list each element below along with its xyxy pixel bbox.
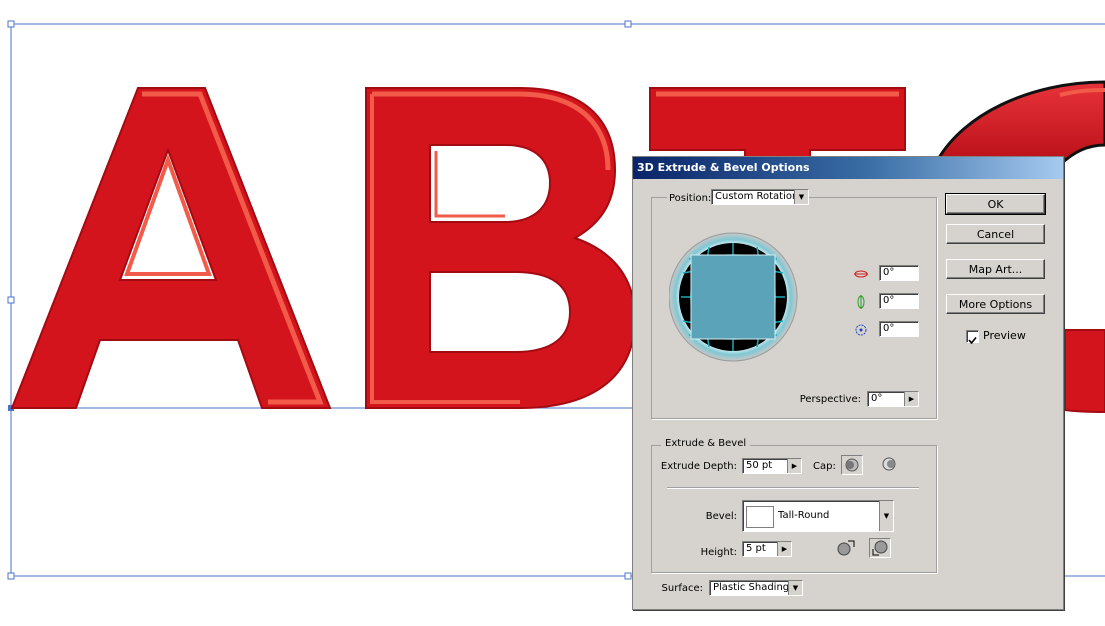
cap-off-icon: [882, 457, 896, 471]
surface-label: Surface:: [661, 583, 703, 594]
checkmark-icon: [968, 336, 977, 345]
bevel-select[interactable]: Tall-Round ▼: [742, 500, 894, 532]
bevel-extent-in-icon: [872, 540, 888, 556]
height-field[interactable]: 5 pt ▶: [742, 541, 792, 557]
chevron-right-icon[interactable]: ▶: [904, 392, 918, 406]
handle-bottom-left: [7, 572, 15, 580]
handle-top-center: [624, 20, 632, 28]
cube-front-face: [690, 254, 776, 340]
bevel-extent-in-button[interactable]: [869, 538, 891, 558]
chevron-right-icon[interactable]: ▶: [777, 542, 791, 556]
chevron-down-icon[interactable]: ▼: [879, 501, 893, 531]
position-label: Position:: [667, 193, 714, 204]
extrude-bevel-section-label: Extrude & Bevel: [661, 438, 751, 449]
handle-bottom-center: [624, 572, 632, 580]
rotate-y-field[interactable]: 0°: [879, 293, 919, 309]
preview-label[interactable]: Preview: [983, 329, 1026, 342]
map-art-button[interactable]: Map Art...: [946, 259, 1045, 279]
perspective-label: Perspective:: [799, 394, 861, 405]
ok-button[interactable]: OK: [945, 193, 1046, 215]
perspective-value: 0°: [871, 393, 883, 404]
cap-label: Cap:: [813, 461, 836, 472]
extrude-depth-field[interactable]: 50 pt ▶: [742, 458, 802, 474]
rotate-y-axis-icon: [857, 295, 865, 309]
letter-a: [10, 87, 332, 409]
section-divider: [667, 487, 919, 489]
handle-middle-left: [7, 296, 15, 304]
rotate-x-axis-icon: [854, 270, 868, 278]
bevel-select-value: Tall-Round: [778, 510, 830, 521]
perspective-field[interactable]: 0° ▶: [867, 391, 919, 407]
chevron-down-icon[interactable]: ▼: [788, 581, 802, 595]
preview-checkbox[interactable]: [966, 330, 979, 345]
cancel-button[interactable]: Cancel: [946, 224, 1045, 244]
height-label: Height:: [700, 547, 737, 558]
dialog-title[interactable]: 3D Extrude & Bevel Options: [633, 157, 1063, 179]
chevron-down-icon[interactable]: ▼: [794, 190, 808, 204]
bevel-extent-out-button[interactable]: [834, 538, 856, 558]
cap-off-button[interactable]: [879, 455, 901, 475]
bevel-preview-swatch: [746, 506, 774, 528]
cap-on-icon: [845, 458, 859, 472]
rotate-z-field[interactable]: 0°: [879, 321, 919, 337]
more-options-button[interactable]: More Options: [946, 294, 1045, 314]
letter-b: [365, 87, 637, 409]
surface-select[interactable]: Plastic Shading ▼: [709, 580, 803, 596]
extrude-depth-label: Extrude Depth:: [660, 461, 737, 472]
extrude-bevel-dialog: 3D Extrude & Bevel Options Position: Cus…: [632, 156, 1064, 610]
rotation-trackball[interactable]: [669, 223, 799, 393]
surface-select-value: Plastic Shading: [713, 582, 790, 593]
bevel-label: Bevel:: [705, 511, 737, 522]
cap-on-button[interactable]: [841, 455, 863, 475]
position-select-value: Custom Rotation: [715, 191, 799, 202]
rotate-z-axis-icon: [855, 324, 867, 336]
extrude-depth-value: 50 pt: [746, 460, 773, 471]
height-value: 5 pt: [746, 543, 766, 554]
rotate-x-field[interactable]: 0°: [879, 265, 919, 281]
bevel-extent-out-icon: [837, 540, 855, 556]
handle-top-left: [7, 20, 15, 28]
position-select[interactable]: Custom Rotation ▼: [711, 189, 809, 205]
chevron-right-icon[interactable]: ▶: [787, 459, 801, 473]
